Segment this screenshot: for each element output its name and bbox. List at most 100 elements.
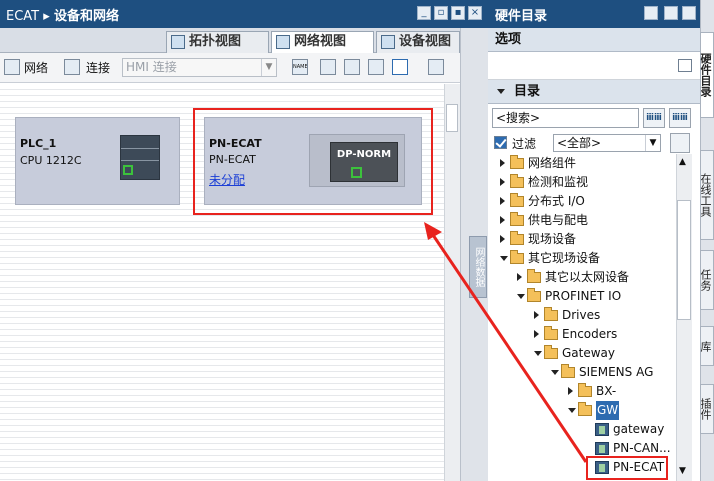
expanded-arrow-icon[interactable]	[534, 351, 542, 356]
highlight-icon[interactable]	[320, 59, 336, 75]
tree-item[interactable]: SIEMENS AG	[488, 363, 676, 382]
tree-item[interactable]: Gateway	[488, 344, 676, 363]
collapsed-arrow-icon[interactable]	[500, 178, 505, 186]
tab-hardware-catalog[interactable]: 硬件目录	[699, 32, 714, 118]
restore-catalog-button[interactable]	[682, 6, 696, 20]
tab-device-view[interactable]: 设备视图	[376, 31, 460, 53]
tree-item[interactable]: 网络组件	[488, 154, 676, 173]
tree-item[interactable]: 供电与配电	[488, 211, 676, 230]
folder-icon	[510, 231, 524, 245]
close-button[interactable]: ×	[468, 6, 482, 20]
plc-device[interactable]: PLC_1 CPU 1212C	[15, 117, 180, 205]
tree-item[interactable]: 其它以太网设备	[488, 268, 676, 287]
folder-icon	[527, 269, 541, 283]
search-input[interactable]: <搜索>	[492, 108, 639, 128]
port-icon[interactable]	[123, 165, 133, 175]
tree-item-label: 网络组件	[528, 156, 577, 170]
filter-checkbox[interactable]	[494, 136, 507, 149]
float-catalog-button[interactable]	[664, 6, 678, 20]
search-up-button[interactable]: ⅲⅲ	[669, 108, 691, 128]
canvas-scrollbar-thumb[interactable]	[446, 104, 458, 132]
tree-item[interactable]: GW	[488, 401, 676, 420]
collapsed-arrow-icon[interactable]	[500, 197, 505, 205]
minimize-button[interactable]: _	[417, 6, 431, 20]
save-layout-icon[interactable]	[344, 59, 360, 75]
grid-icon[interactable]	[368, 59, 384, 75]
catalog-header[interactable]: 目录	[488, 80, 700, 104]
catalog-tree: 网络组件检测和监视 分布式 I/O 供电与配电现场设备其它现场设备 其它以太网设备 PR…	[488, 154, 676, 481]
tree-item-label: 现场设备	[528, 232, 577, 246]
chevron-down-icon[interactable]: ▼	[645, 135, 660, 151]
device-view-icon	[381, 35, 395, 49]
collapsed-arrow-icon[interactable]	[500, 216, 505, 224]
tab-online-tools[interactable]: 在线工具	[699, 150, 714, 240]
tree-item[interactable]: 现场设备	[488, 230, 676, 249]
filter-select[interactable]: <全部> ▼	[553, 134, 661, 152]
tab-addins[interactable]: 插件	[699, 384, 714, 434]
network-button-label[interactable]: 网络	[24, 59, 48, 76]
name-display-icon[interactable]: NAME	[292, 59, 308, 75]
tree-item[interactable]: 分布式 I/O	[488, 192, 676, 211]
folder-icon	[510, 155, 524, 169]
tree-item-label: PROFINET IO	[545, 289, 622, 303]
pin-button[interactable]	[644, 6, 658, 20]
scroll-down-icon[interactable]: ▼	[679, 466, 686, 476]
overview-icon[interactable]	[428, 59, 444, 75]
highlight-frame-catalog	[586, 456, 668, 480]
app-window: ECAT ▸ 设备和网络 _ ▫ ▪ × 拓扑视图 网络视图 设备视图 网络 连…	[0, 0, 714, 481]
tree-item[interactable]: 检测和监视	[488, 173, 676, 192]
editor-title-bar: ECAT ▸ 设备和网络 _ ▫ ▪ ×	[0, 0, 488, 28]
project-name[interactable]: ECAT	[6, 9, 39, 24]
connect-button-label[interactable]: 连接	[86, 59, 110, 76]
tree-scrollbar-thumb[interactable]	[677, 200, 691, 320]
plc-module-icon	[120, 135, 160, 180]
options-toggle-icon[interactable]	[678, 59, 692, 72]
folder-icon	[510, 193, 524, 207]
topology-icon	[171, 35, 185, 49]
tree-item[interactable]: gateway	[488, 420, 676, 439]
tab-network-view[interactable]: 网络视图	[271, 31, 374, 54]
tree-item-label: Encoders	[562, 327, 618, 341]
collapsed-arrow-icon[interactable]	[534, 330, 539, 338]
tree-item[interactable]: Drives	[488, 306, 676, 325]
tab-libraries[interactable]: 库	[699, 326, 714, 366]
tree-item-label: 供电与配电	[528, 213, 589, 227]
folder-icon	[578, 402, 592, 416]
network-mode-icon[interactable]	[4, 59, 20, 75]
folder-icon	[510, 212, 524, 226]
tree-item[interactable]: BX-	[488, 382, 676, 401]
device-icon	[595, 423, 609, 436]
expanded-arrow-icon[interactable]	[517, 294, 525, 299]
canvas-scrollbar[interactable]	[444, 84, 460, 481]
expanded-arrow-icon[interactable]	[551, 370, 559, 375]
expanded-arrow-icon[interactable]	[568, 408, 576, 413]
collapsed-arrow-icon[interactable]	[534, 311, 539, 319]
scroll-up-icon[interactable]: ▲	[679, 157, 686, 167]
tree-item[interactable]: 其它现场设备	[488, 249, 676, 268]
chevron-down-icon[interactable]	[497, 89, 505, 94]
collapsed-arrow-icon[interactable]	[500, 159, 505, 167]
connection-type-select[interactable]: HMI 连接 ▼	[122, 58, 277, 77]
tab-topology-view[interactable]: 拓扑视图	[166, 31, 269, 53]
filter-options-icon[interactable]	[670, 133, 690, 153]
tree-item-label: gateway	[613, 422, 665, 436]
expanded-arrow-icon[interactable]	[500, 256, 508, 261]
collapsed-arrow-icon[interactable]	[500, 235, 505, 243]
collapsed-arrow-icon[interactable]	[517, 273, 522, 281]
breadcrumb: ECAT ▸ 设备和网络	[6, 5, 119, 24]
float-button[interactable]: ▪	[451, 6, 465, 20]
tree-item[interactable]: PROFINET IO	[488, 287, 676, 306]
network-data-tab[interactable]: 网络数据	[469, 236, 487, 298]
tab-tasks[interactable]: 任务	[699, 250, 714, 310]
table-view-icon[interactable]	[392, 59, 408, 75]
connect-icon[interactable]	[64, 59, 80, 75]
tree-item-label: GW	[596, 401, 620, 420]
tree-item[interactable]: Encoders	[488, 325, 676, 344]
restore-button[interactable]: ▫	[434, 6, 448, 20]
filter-value: <全部>	[557, 136, 602, 150]
options-header[interactable]: 选项	[488, 28, 700, 52]
folder-icon	[527, 288, 541, 302]
search-down-button[interactable]: ⅲⅲ	[643, 108, 665, 128]
chevron-down-icon[interactable]: ▼	[261, 59, 276, 76]
collapsed-arrow-icon[interactable]	[568, 387, 573, 395]
